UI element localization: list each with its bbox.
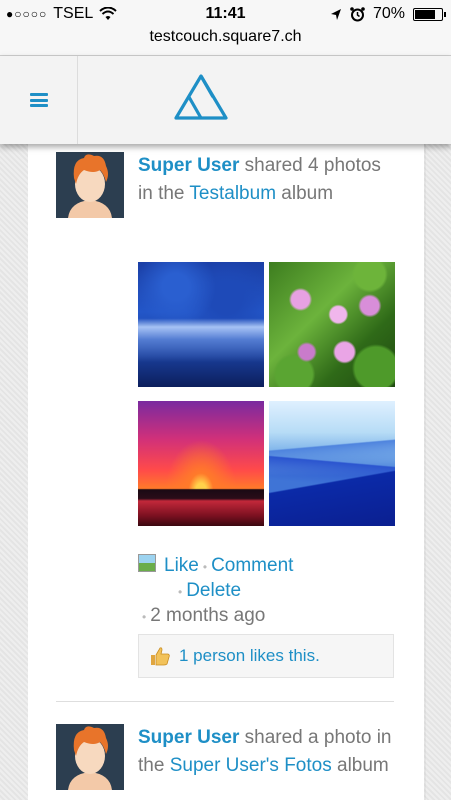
status-bar: ●○○○○ TSEL 11:41 70%	[0, 0, 451, 28]
location-arrow-icon	[330, 8, 341, 20]
post-text-after: album	[276, 183, 334, 204]
post-actions: Like • Comment • Delete • 2 months ago	[138, 554, 398, 629]
photo-thumbnail[interactable]	[269, 262, 395, 387]
photo-grid	[138, 262, 395, 527]
avatar[interactable]	[56, 724, 124, 790]
album-link[interactable]: Super User's Fotos	[170, 755, 332, 776]
battery-icon	[413, 7, 446, 21]
post-timestamp: 2 months ago	[150, 605, 266, 626]
separator-dot: •	[178, 585, 183, 599]
user-avatar-icon	[56, 724, 124, 790]
delete-link[interactable]: Delete	[186, 580, 241, 601]
separator-dot: •	[142, 610, 147, 624]
post-text: Super User shared 4 photos in the Testal…	[138, 152, 398, 208]
album-link[interactable]: Testalbum	[189, 183, 276, 204]
hamburger-icon	[29, 93, 48, 107]
post-text: Super User shared a photo in the Super U…	[138, 724, 398, 780]
comment-link[interactable]: Comment	[211, 555, 293, 576]
photo-icon	[138, 554, 156, 572]
thumbs-up-icon	[151, 647, 170, 666]
photo-thumbnail[interactable]	[138, 262, 264, 387]
url-text: testcouch.square7.ch	[149, 28, 302, 45]
author-link[interactable]: Super User	[138, 727, 239, 748]
post-divider	[56, 701, 394, 702]
separator-dot: •	[202, 560, 208, 574]
user-avatar-icon	[56, 152, 124, 218]
likes-text[interactable]: 1 person likes this.	[179, 646, 320, 666]
menu-button[interactable]	[0, 56, 78, 144]
app-header	[0, 56, 451, 144]
battery-percent: 70%	[372, 5, 405, 22]
post-text-after: album	[331, 755, 389, 776]
photo-thumbnail[interactable]	[269, 401, 395, 526]
content-edge	[424, 144, 426, 800]
activity-feed: Super User shared 4 photos in the Testal…	[28, 144, 424, 800]
triangle-logo-icon[interactable]	[173, 73, 229, 121]
like-link[interactable]: Like	[164, 555, 199, 576]
likes-summary: 1 person likes this.	[138, 634, 394, 678]
avatar[interactable]	[56, 152, 124, 218]
alarm-icon	[350, 6, 365, 21]
photo-thumbnail[interactable]	[138, 401, 264, 526]
author-link[interactable]: Super User	[138, 155, 239, 176]
url-bar[interactable]: testcouch.square7.ch	[0, 28, 451, 56]
